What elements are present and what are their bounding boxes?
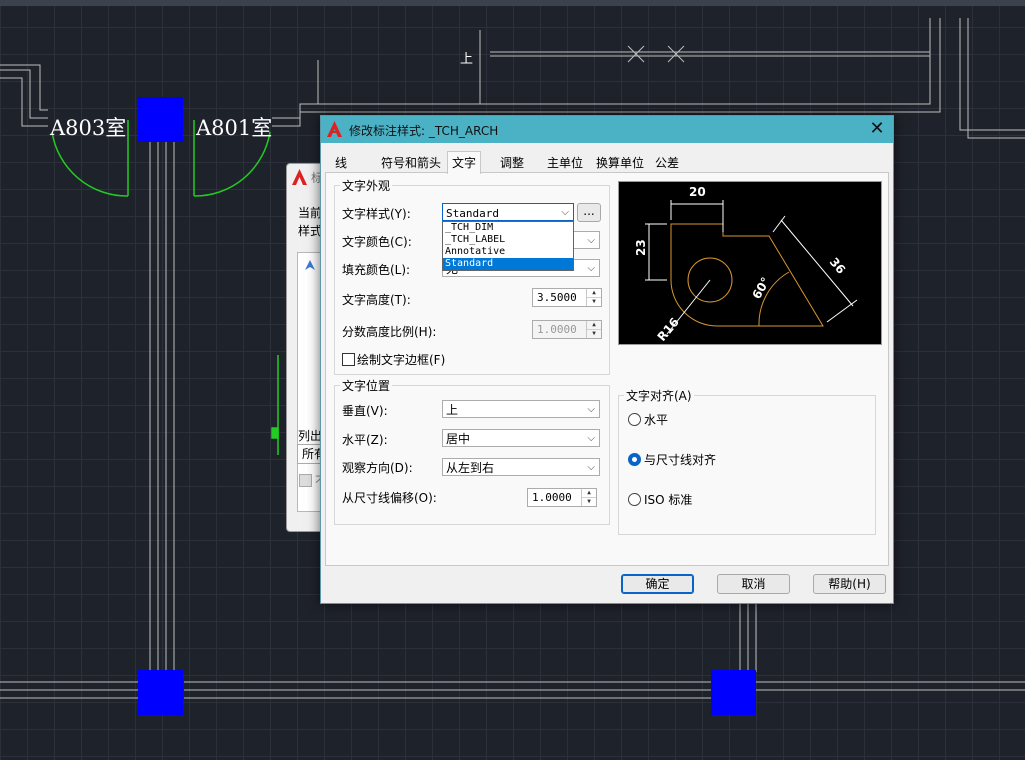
vertical-label: 垂直(V): [342,404,388,418]
close-icon[interactable]: ✕ [867,118,887,140]
spinner-arrows[interactable]: ▲ ▼ [581,489,596,506]
offset-label: 从尺寸线偏移(O): [342,491,437,505]
bg-list-label: 列出 [298,429,323,443]
chevron-down-icon: ⌵ [587,263,595,274]
cad-marker-text: 上 [460,52,474,67]
offset-spinner[interactable]: 1.0000 ▲ ▼ [527,488,597,507]
align-horizontal-label: 水平 [644,413,669,427]
preview-radius: R16 [655,315,682,344]
dialog-title: 修改标注样式: _TCH_ARCH [349,124,499,138]
tab-alternate-units[interactable]: 换算单位 [592,154,648,172]
tab-tolerances[interactable]: 公差 [651,154,683,172]
dimension-preview: 20 23 36 60° R16 [618,181,882,345]
offset-value: 1.0000 [532,491,572,504]
align-horizontal-radio[interactable] [628,413,641,426]
chevron-down-icon: ⌵ [561,207,569,218]
view-direction-label: 观察方向(D): [342,461,413,475]
bg-current-label: 当前 [298,206,323,220]
ok-button[interactable]: 确定 [621,574,694,594]
fraction-height-label: 分数高度比例(H): [342,325,437,339]
horizontal-label: 水平(Z): [342,433,388,447]
text-alignment-heading: 文字对齐(A) [624,387,694,404]
vertical-combo[interactable]: 上 ⌵ [442,400,600,418]
text-style-dropdown-list[interactable]: _TCH_DIM _TCH_LABEL Annotative Standard [442,221,574,271]
chevron-down-icon: ⌵ [587,462,595,473]
chevron-down-icon: ⌵ [587,235,595,246]
dropdown-option[interactable]: Annotative [443,246,573,258]
vertical-value: 上 [446,403,459,417]
autocad-logo-icon [292,169,307,185]
tab-text[interactable]: 文字 [447,151,482,174]
chevron-down-icon: ⌵ [587,404,595,415]
fraction-height-spinner[interactable]: 1.0000 ▲ ▼ [532,320,602,339]
tab-panel-text: 文字外观 文字样式(Y): Standard ⌵ ... _TCH_DIM _T… [325,172,889,566]
horizontal-value: 居中 [446,432,471,446]
align-iso-label: ISO 标准 [644,493,693,507]
help-button[interactable]: 帮助(H) [813,574,886,594]
spinner-arrows[interactable]: ▲ ▼ [586,289,601,306]
autocad-logo-icon [327,121,342,137]
preview-drawing: 20 23 36 60° R16 [634,185,858,344]
dropdown-option[interactable]: _TCH_DIM [443,222,573,234]
tab-symbols-arrows[interactable]: 符号和箭头 [377,154,445,172]
text-appearance-heading: 文字外观 [340,177,393,194]
draw-frame-label: 绘制文字边框(F) [357,353,446,367]
dropdown-option-selected[interactable]: Standard [443,258,573,270]
text-height-spinner[interactable]: 3.5000 ▲ ▼ [532,288,602,307]
fraction-height-value: 1.0000 [537,323,577,336]
room-label-a803: A803室 [50,116,127,140]
style-icon [305,260,315,270]
tab-lines[interactable]: 线 [331,154,351,172]
align-with-dimline-label: 与尺寸线对齐 [644,453,717,467]
text-placement-heading: 文字位置 [340,377,393,394]
modify-dimension-style-dialog: 修改标注样式: _TCH_ARCH ✕ 线 符号和箭头 文字 调整 主单位 换算… [320,115,894,604]
bg-checkbox[interactable] [299,474,312,487]
text-style-value: Standard [446,207,499,220]
horizontal-combo[interactable]: 居中 ⌵ [442,429,600,447]
preview-dim-left: 23 [634,239,648,256]
dialog-titlebar[interactable]: 修改标注样式: _TCH_ARCH ✕ [321,116,893,143]
preview-dim-diag: 36 [827,255,848,277]
text-color-label: 文字颜色(C): [342,235,412,249]
align-with-dimline-radio[interactable] [628,453,641,466]
text-style-label: 文字样式(Y): [342,207,411,221]
spinner-arrows[interactable]: ▲ ▼ [586,321,601,338]
fill-color-label: 填充颜色(L): [342,263,411,277]
preview-dim-top: 20 [689,185,706,199]
text-height-value: 3.5000 [537,291,577,304]
dropdown-option[interactable]: _TCH_LABEL [443,234,573,246]
bg-style-label: 样式 [298,224,323,238]
text-style-combo[interactable]: Standard ⌵ [442,203,574,221]
align-iso-radio[interactable] [628,493,641,506]
tab-fit[interactable]: 调整 [496,154,528,172]
cancel-button[interactable]: 取消 [717,574,790,594]
room-label-a801: A801室 [196,116,273,140]
draw-frame-checkbox[interactable] [342,353,355,366]
preview-angle: 60° [749,275,772,302]
view-direction-combo[interactable]: 从左到右 ⌵ [442,458,600,476]
chevron-down-icon: ⌵ [587,433,595,444]
view-direction-value: 从左到右 [446,461,495,475]
text-style-browse-button[interactable]: ... [577,203,601,222]
text-height-label: 文字高度(T): [342,293,411,307]
tab-primary-units[interactable]: 主单位 [543,154,587,172]
